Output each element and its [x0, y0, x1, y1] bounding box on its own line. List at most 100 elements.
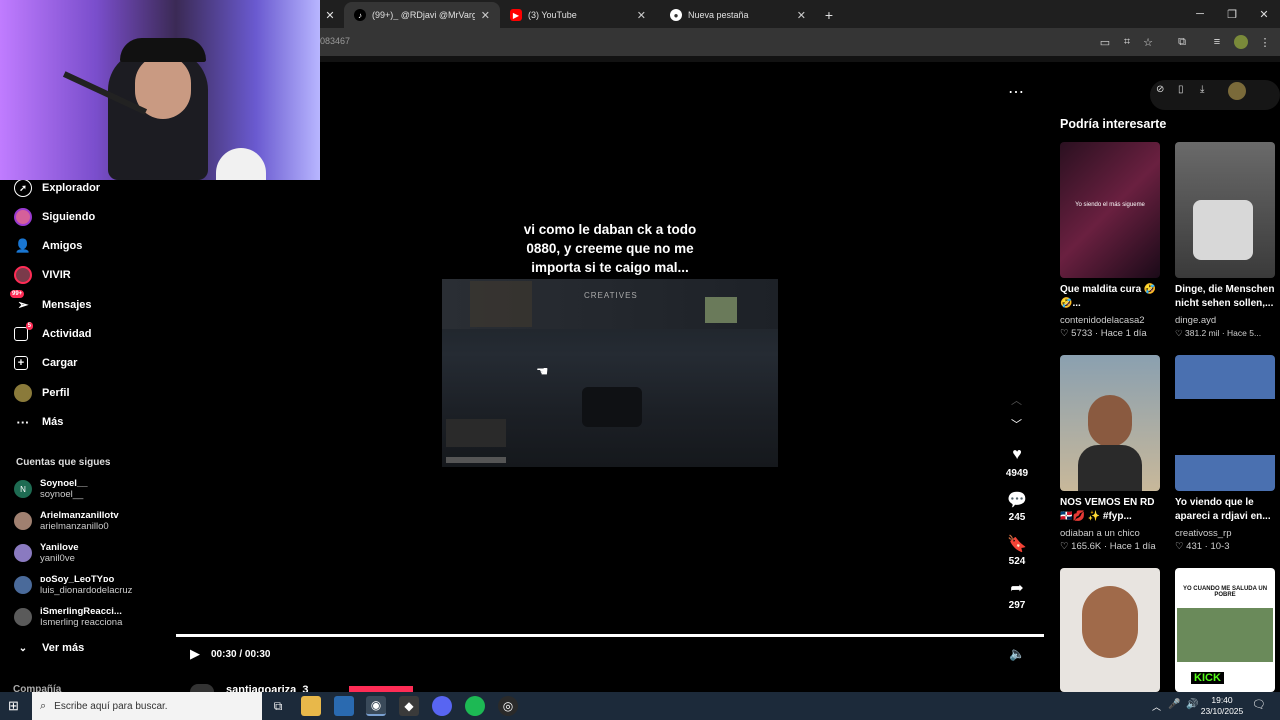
avatar	[14, 544, 32, 562]
rec-thumbnail[interactable]	[1060, 568, 1160, 692]
cast-icon[interactable]: ▭	[1098, 35, 1112, 49]
save-button[interactable]: 🔖 524	[1000, 534, 1034, 567]
rec-meta: ♡ 431 · 10-3	[1175, 541, 1230, 552]
game-watermark: CREATIVES	[584, 291, 638, 300]
sidebar-item-cargar[interactable]: + Cargar	[14, 352, 77, 374]
hat	[120, 38, 206, 62]
notifications-icon[interactable]: 🗨	[1252, 698, 1266, 711]
tray-chevron-icon[interactable]: ︿	[1152, 700, 1161, 713]
following-item[interactable]: ᴅᴏSoy_LeoTYᴅᴏ luis_dionardodelacruz	[14, 574, 132, 596]
sidebar-item-actividad[interactable]: 5 Actividad	[14, 322, 92, 345]
minimize-button[interactable]: ─	[1184, 0, 1216, 28]
profile-avatar-icon	[14, 384, 32, 402]
restore-button[interactable]: ❐	[1216, 0, 1248, 28]
discord-icon[interactable]	[432, 696, 452, 716]
sidebar-item-perfil[interactable]: Perfil	[14, 382, 70, 404]
see-more-button[interactable]: ⌄ Ver más	[14, 637, 84, 659]
like-button[interactable]: ♥ 4949	[1000, 446, 1034, 479]
compass-icon: ➚	[14, 179, 32, 197]
obs-icon[interactable]: ◎	[498, 696, 518, 716]
speaker-icon[interactable]: 🔊	[1186, 699, 1198, 710]
tools-icon[interactable]: ⊘	[1156, 84, 1164, 95]
rec-thumbnail[interactable]	[1175, 142, 1275, 278]
following-item[interactable]: iSmerlingReacci... Ismerling reacciona	[14, 606, 122, 628]
comment-button[interactable]: 💬 245	[1000, 490, 1034, 523]
rec-thumbnail[interactable]: YO CUANDO ME SALUDA UN POBRE KICK	[1175, 568, 1275, 692]
author-avatar[interactable]	[190, 684, 214, 692]
sidebar-item-amigos[interactable]: 👤 Amigos	[14, 235, 82, 257]
volume-icon[interactable]: 🔈	[1009, 646, 1025, 662]
rec-meta: ♡ 165.6K · Hace 1 día	[1060, 541, 1156, 552]
task-view-icon[interactable]: ⧉	[268, 696, 288, 716]
store-icon[interactable]	[334, 696, 354, 716]
author-name[interactable]: santiagoariza_3	[226, 684, 309, 692]
rec-title[interactable]: Que maldita cura 🤣🤣...	[1060, 283, 1164, 311]
tab-tiktok[interactable]: ♪ (99+)_ @RDjavi @MrVargasRd ✕	[344, 2, 500, 28]
rec-author[interactable]: contenidodelacasa2	[1060, 315, 1145, 326]
avatar-icon	[14, 208, 32, 226]
media-icon[interactable]: ≡	[1210, 35, 1224, 49]
taskbar-search[interactable]: ⌕ Escribe aquí para buscar.	[32, 692, 262, 720]
rec-title[interactable]: Yo viendo que le apareci a rdjavi en...	[1175, 496, 1279, 524]
rec-title[interactable]: Dinge, die Menschen nicht sehen sollen,.…	[1175, 283, 1279, 311]
following-item[interactable]: Arielmanzanillotv arielmanzanillo0	[14, 510, 119, 532]
more-options-icon[interactable]: ⋯	[1008, 82, 1024, 102]
sidebar-item-mensajes[interactable]: ➢ 99+ Mensajes	[10, 290, 92, 316]
webcam-overlay	[0, 0, 320, 180]
url-text[interactable]: 083467	[320, 36, 350, 46]
sidebar-item-mas[interactable]: ··· Más	[14, 411, 64, 433]
tab-close-icon[interactable]: ✕	[320, 2, 340, 28]
file-explorer-icon[interactable]	[301, 696, 321, 716]
following-item[interactable]: Yanilove yanil0ve	[14, 542, 79, 564]
share-button[interactable]: ➦ 297	[1000, 578, 1034, 611]
profile-icon[interactable]	[1234, 35, 1248, 49]
taskbar-clock[interactable]: 19:40 23/10/2025	[1200, 695, 1244, 717]
rec-author[interactable]: dinge.ayd	[1175, 315, 1216, 326]
rec-author[interactable]: odiaban a un chico	[1060, 528, 1140, 539]
sidebar-item-vivir[interactable]: VIVIR	[14, 264, 71, 286]
tab-close-icon[interactable]: ✕	[637, 9, 646, 22]
chevron-down-icon[interactable]: ﹀	[1011, 416, 1022, 432]
rec-thumbnail[interactable]	[1175, 355, 1275, 491]
tab-new-tab[interactable]: ● Nueva pestaña ✕	[660, 2, 816, 28]
user-avatar[interactable]	[1228, 82, 1246, 100]
video-caption: vi como le daban ck a todo 0880, y creem…	[442, 220, 778, 277]
new-tab-button[interactable]: +	[818, 2, 840, 28]
phone-icon[interactable]: ▯	[1178, 84, 1184, 95]
tab-close-icon[interactable]: ✕	[481, 9, 490, 22]
play-button[interactable]: ▶	[190, 646, 200, 662]
live-icon	[14, 266, 32, 284]
following-item[interactable]: N Soynoel__ soynoel__	[14, 478, 88, 500]
rec-title[interactable]: NOS VEMOS EN RD 🇩🇴💋 ✨ #fyp...	[1060, 496, 1164, 524]
following-handle: Ismerling reacciona	[40, 617, 123, 628]
progress-bar[interactable]	[176, 634, 1044, 637]
translate-icon[interactable]: ⌗	[1120, 35, 1134, 49]
clock-time: 19:40	[1211, 695, 1233, 705]
extensions-icon[interactable]: ⧉	[1175, 35, 1189, 49]
rec-date: Hace 5...	[1227, 328, 1262, 338]
windows-start-icon[interactable]: ⊞	[8, 698, 19, 714]
thumb-text: Yo siendo el más sigueme	[1075, 202, 1145, 208]
spotify-icon[interactable]	[465, 696, 485, 716]
avatar	[14, 512, 32, 530]
plush-toy	[216, 148, 266, 180]
download-icon[interactable]: ⤓	[1200, 84, 1204, 95]
tab-close-icon[interactable]: ✕	[797, 9, 806, 22]
rec-author[interactable]: creativoss_rp	[1175, 528, 1232, 539]
tab-youtube[interactable]: ▶ (3) YouTube ✕	[500, 2, 656, 28]
comment-icon: 💬	[1007, 492, 1027, 509]
youtube-icon: ▶	[510, 9, 522, 21]
star-icon[interactable]: ☆	[1141, 35, 1155, 49]
rec-thumbnail[interactable]: Yo siendo el más sigueme	[1060, 142, 1160, 278]
rec-thumbnail[interactable]	[1060, 355, 1160, 491]
thumb-face	[1088, 395, 1132, 447]
search-icon: ⌕	[40, 699, 47, 712]
chevron-up-icon[interactable]: ︿	[1011, 392, 1022, 408]
menu-kebab-icon[interactable]: ⋮	[1258, 35, 1272, 49]
app-icon[interactable]: ◆	[399, 696, 419, 716]
sidebar-item-explorador[interactable]: ➚ Explorador	[14, 177, 100, 199]
microphone-icon[interactable]: 🎤	[1168, 699, 1180, 710]
close-window-button[interactable]: ✕	[1248, 0, 1280, 28]
chrome-icon[interactable]: ◉	[366, 696, 386, 716]
sidebar-item-siguiendo[interactable]: Siguiendo	[14, 206, 95, 228]
